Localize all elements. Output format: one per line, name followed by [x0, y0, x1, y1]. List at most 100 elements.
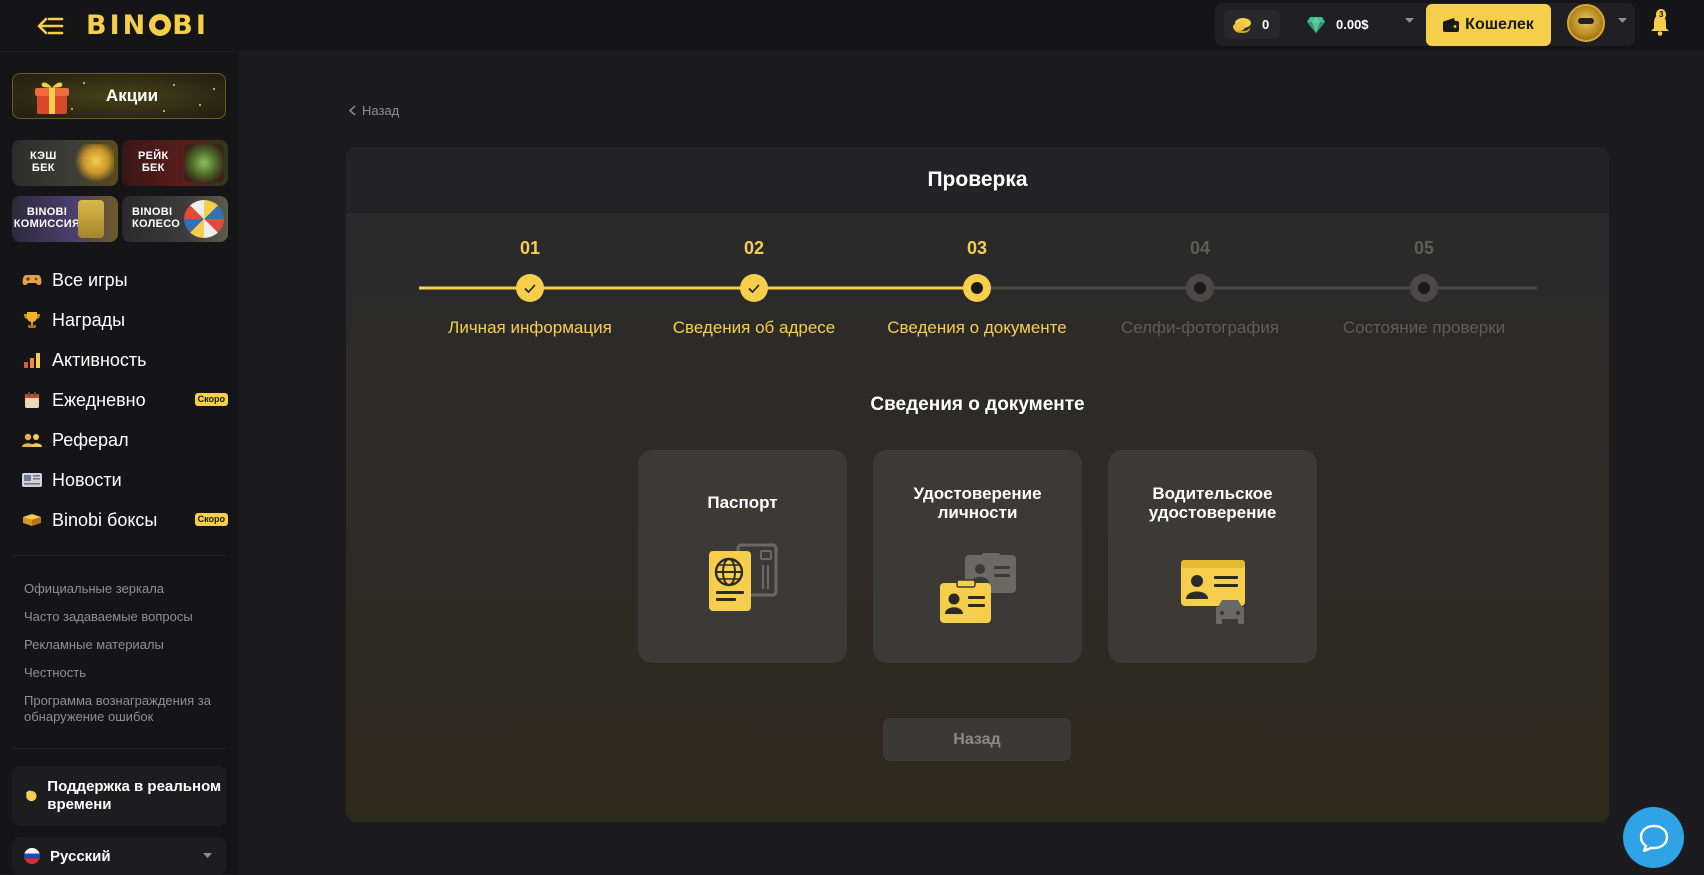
- section-title: Сведения о документе: [870, 394, 1085, 415]
- support-chat-icon: [26, 790, 37, 802]
- step-1-check: [516, 274, 544, 302]
- nav-label: Binobi боксы: [52, 509, 158, 530]
- document-option-id-card[interactable]: Удостоверение личности: [873, 450, 1082, 663]
- step-1-label: Личная информация: [448, 318, 612, 337]
- nav-news[interactable]: Новости: [22, 468, 228, 492]
- sparkle: [213, 88, 215, 90]
- gem-balance[interactable]: 0.00$: [1306, 10, 1412, 39]
- commission-art: [78, 200, 104, 238]
- nav-label: Активность: [52, 349, 147, 370]
- document-option-passport[interactable]: Паспорт: [638, 450, 847, 663]
- coins-icon: [1233, 17, 1251, 33]
- cashback-art: [74, 144, 114, 182]
- box-icon: [22, 510, 42, 530]
- profile-chevron-down-icon[interactable]: [1618, 18, 1627, 24]
- trophy-icon: [22, 310, 42, 330]
- avatar[interactable]: [1567, 4, 1605, 42]
- check-icon: [524, 283, 536, 293]
- language-label: Русский: [50, 847, 111, 865]
- step-3-current-dot: [963, 274, 991, 302]
- step-5-label: Состояние проверки: [1342, 318, 1506, 337]
- tile-title: BINOBI КОМИССИЯ: [13, 206, 81, 230]
- calendar-icon: [22, 390, 42, 410]
- nav-all-games[interactable]: Все игры: [22, 268, 228, 292]
- wheel-art: [184, 200, 224, 238]
- sparkle: [71, 108, 73, 110]
- step-4-label: Селфи-фотография: [1120, 318, 1280, 337]
- language-select[interactable]: Русский: [12, 837, 226, 875]
- step-5-number: 05: [1413, 238, 1435, 258]
- wheel-tile[interactable]: BINOBI КОЛЕСО: [122, 196, 228, 242]
- nav-daily[interactable]: Ежедневно Скоро: [22, 388, 228, 412]
- link-official-mirrors[interactable]: Официальные зеркала: [24, 581, 224, 597]
- sidebar-divider: [12, 748, 226, 749]
- soon-badge: Скоро: [194, 393, 228, 406]
- step-3-number: 03: [966, 238, 988, 258]
- sparkle: [163, 110, 165, 112]
- language-chevron-down-icon: [203, 853, 212, 858]
- nav-referral[interactable]: Реферал: [22, 428, 228, 452]
- coin-balance[interactable]: 0: [1224, 10, 1280, 39]
- document-label: Паспорт: [707, 493, 778, 512]
- sidebar-divider: [12, 555, 226, 556]
- back-button[interactable]: Назад: [883, 718, 1071, 761]
- id-card-icon: [939, 553, 1016, 623]
- chevron-left-icon: [349, 105, 356, 116]
- nav-label: Все игры: [52, 269, 128, 290]
- step-4-dot: [1186, 274, 1214, 302]
- link-promo-materials[interactable]: Рекламные материалы: [24, 637, 224, 653]
- soon-badge: Скоро: [194, 513, 228, 526]
- document-option-driver-license[interactable]: Водительское удостоверение: [1108, 450, 1317, 663]
- check-icon: [748, 283, 760, 293]
- step-5-dot: [1410, 274, 1438, 302]
- cashback-tile[interactable]: КЭШ БЕК: [12, 140, 118, 186]
- wallet-icon: [1443, 18, 1460, 32]
- tile-title: BINOBI КОЛЕСО: [132, 206, 181, 230]
- top-bar: BIN BI 0 0.00$ Кошелек 3: [0, 0, 1704, 52]
- nav-label: Новости: [52, 469, 122, 490]
- sparkle: [199, 104, 201, 106]
- document-label: Водительское удостоверение: [1148, 484, 1277, 522]
- document-label: Удостоверение личности: [913, 484, 1042, 522]
- logo-o-mark: [149, 14, 172, 36]
- coin-count: 0: [1262, 17, 1270, 32]
- gift-icon: [35, 82, 69, 114]
- tile-title: РЕЙК БЕК: [138, 150, 169, 174]
- collapse-menu-button[interactable]: [36, 14, 64, 38]
- sparkle: [83, 82, 85, 84]
- binobi-logo[interactable]: BIN BI: [86, 10, 209, 42]
- rakeback-art: [184, 144, 224, 182]
- link-fairness[interactable]: Честность: [24, 665, 224, 681]
- live-support-button[interactable]: Поддержка в реальном времени: [12, 766, 226, 826]
- wallet-button[interactable]: Кошелек: [1426, 4, 1551, 46]
- link-faq[interactable]: Часто задаваемые вопросы: [24, 609, 224, 625]
- controller-icon: [22, 270, 42, 290]
- promotions-label: Акции: [105, 86, 159, 105]
- nav-activity[interactable]: Активность: [22, 348, 228, 372]
- rakeback-tile[interactable]: РЕЙК БЕК: [122, 140, 228, 186]
- nav-label: Награды: [52, 309, 126, 330]
- nav-binobi-boxes[interactable]: Binobi боксы Скоро: [22, 508, 228, 532]
- gem-amount: 0.00$: [1336, 17, 1369, 32]
- back-link-label: Назад: [362, 103, 400, 118]
- step-4-number: 04: [1189, 238, 1211, 258]
- driver-license-icon: [1180, 560, 1245, 624]
- nav-label: Реферал: [52, 429, 129, 450]
- step-1-number: 01: [519, 238, 541, 258]
- sparkle: [173, 84, 175, 86]
- step-2-label: Сведения об адресе: [672, 318, 836, 337]
- support-label: Поддержка в реальном времени: [47, 778, 222, 813]
- chat-bubble-icon: [1639, 824, 1668, 852]
- news-icon: [22, 470, 42, 490]
- step-3-label: Сведения о документе: [887, 318, 1067, 337]
- step-2-number: 02: [743, 238, 765, 258]
- nav-rewards[interactable]: Награды: [22, 308, 228, 332]
- commission-tile[interactable]: BINOBI КОМИССИЯ: [12, 196, 118, 242]
- live-chat-button[interactable]: [1623, 807, 1684, 868]
- promotions-button[interactable]: Акции: [12, 73, 226, 119]
- back-link[interactable]: Назад: [349, 103, 399, 118]
- wallet-label: Кошелек: [1465, 16, 1534, 33]
- link-bug-bounty[interactable]: Программа вознаграждения за обнаружение …: [24, 693, 224, 725]
- russia-flag-icon: [24, 848, 40, 864]
- balance-chevron-down-icon[interactable]: [1405, 18, 1414, 24]
